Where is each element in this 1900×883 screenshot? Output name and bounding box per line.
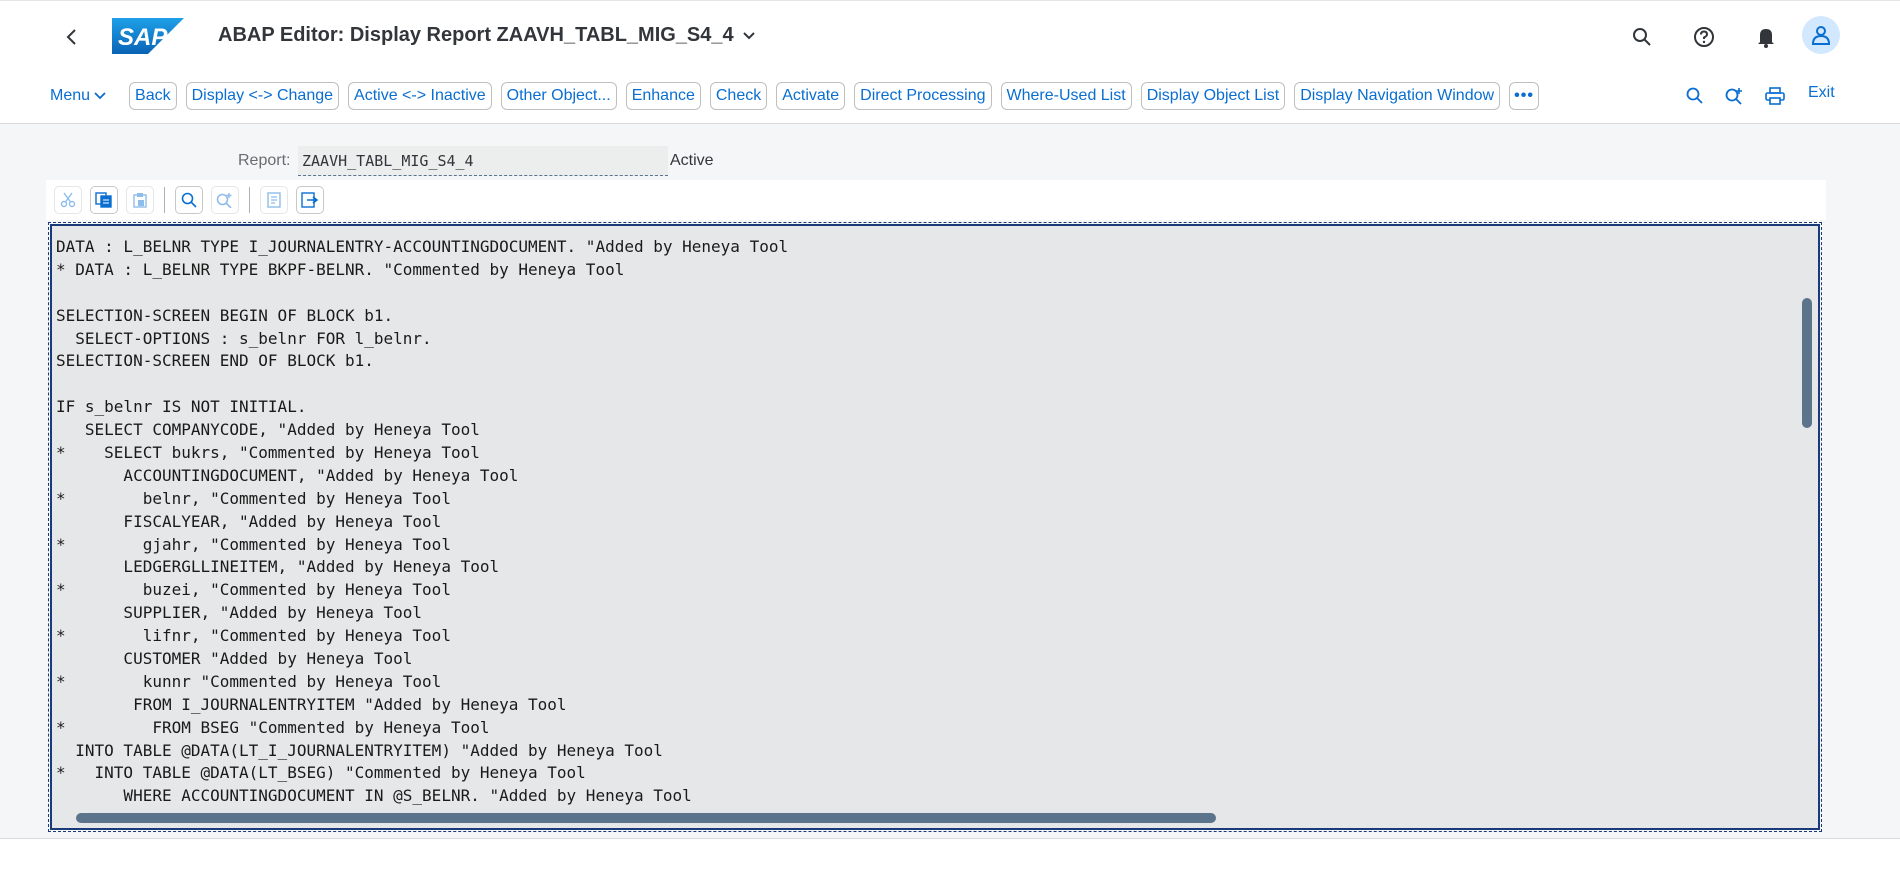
display-change-button[interactable]: Display <-> Change — [185, 82, 340, 110]
find-next-button[interactable] — [1720, 81, 1750, 111]
code-line[interactable]: * SELECT bukrs, "Commented by Heneya Too… — [54, 442, 1794, 465]
report-status: Active — [670, 152, 714, 169]
where-used-list-button[interactable]: Where-Used List — [1000, 82, 1132, 110]
chevron-down-icon — [94, 92, 106, 100]
paste-icon — [133, 193, 147, 208]
code-line[interactable]: SELECTION-SCREEN BEGIN OF BLOCK b1. — [54, 305, 1794, 328]
code-line[interactable]: * FROM BSEG "Commented by Heneya Tool — [54, 717, 1794, 740]
insert-icon — [301, 192, 319, 208]
code-line[interactable]: FROM I_JOURNALENTRYITEM "Added by Heneya… — [54, 694, 1794, 717]
code-line[interactable]: CUSTOMER "Added by Heneya Tool — [54, 648, 1794, 671]
toolbar-separator — [164, 187, 165, 213]
code-line[interactable]: SUPPLIER, "Added by Heneya Tool — [54, 602, 1794, 625]
code-area[interactable]: DATA : L_BELNR TYPE I_JOURNALENTRY-ACCOU… — [54, 236, 1794, 808]
copy-button[interactable] — [90, 186, 118, 214]
find-button[interactable] — [1680, 81, 1710, 111]
code-line[interactable]: WHERE ACCOUNTINGDOCUMENT IN @S_BELNR. "A… — [54, 785, 1794, 808]
active-inactive-button[interactable]: Active <-> Inactive — [348, 82, 492, 110]
code-line[interactable]: INTO TABLE @DATA(LT_I_JOURNALENTRYITEM) … — [54, 740, 1794, 763]
page-title-text: ABAP Editor: Display Report ZAAVH_TABL_M… — [218, 24, 734, 46]
check-button[interactable]: Check — [709, 82, 768, 110]
shell-bar: SAP ABAP Editor: Display Report ZAAVH_TA… — [0, 0, 1900, 124]
search-button[interactable] — [1624, 19, 1660, 55]
code-line[interactable]: * belnr, "Commented by Heneya Tool — [54, 488, 1794, 511]
insert-button[interactable] — [296, 186, 324, 214]
menu-label: Menu — [50, 87, 91, 104]
horizontal-scrollbar[interactable] — [54, 808, 1798, 826]
display-navigation-window-button[interactable]: Display Navigation Window — [1294, 82, 1501, 110]
code-line[interactable]: * gjahr, "Commented by Heneya Tool — [54, 534, 1794, 557]
pretty-printer-button[interactable] — [260, 186, 288, 214]
display-object-list-button[interactable]: Display Object List — [1140, 82, 1286, 110]
code-editor[interactable]: DATA : L_BELNR TYPE I_JOURNALENTRY-ACCOU… — [48, 222, 1822, 832]
search-next-icon — [216, 193, 232, 208]
more-button[interactable]: ••• — [1509, 82, 1540, 110]
search-next-icon — [1725, 88, 1742, 105]
cut-button[interactable] — [54, 186, 82, 214]
help-icon — [1694, 27, 1714, 47]
code-line[interactable]: SELECT COMPANYCODE, "Added by Heneya Too… — [54, 419, 1794, 442]
chevron-left-icon — [66, 29, 76, 45]
sap-logo[interactable]: SAP — [112, 18, 184, 59]
app-toolbar: Menu Back Display <-> Change Active <-> … — [40, 81, 1540, 111]
menu-button[interactable]: Menu — [40, 87, 116, 105]
bell-icon — [1758, 29, 1774, 48]
user-icon — [1811, 26, 1831, 45]
code-line[interactable]: * buzei, "Commented by Heneya Tool — [54, 579, 1794, 602]
paste-button[interactable] — [126, 186, 154, 214]
code-line[interactable]: IF s_belnr IS NOT INITIAL. — [54, 396, 1794, 419]
search-icon — [181, 192, 197, 208]
activate-button[interactable]: Activate — [776, 82, 846, 110]
right-tools — [1680, 81, 1790, 111]
chevron-down-icon — [742, 31, 755, 39]
code-line[interactable] — [54, 282, 1794, 305]
nav-back-button[interactable] — [56, 21, 88, 53]
printer-icon — [1765, 87, 1785, 105]
editor-find-next-button[interactable] — [211, 186, 239, 214]
code-line[interactable] — [54, 373, 1794, 396]
help-button[interactable] — [1686, 19, 1722, 55]
editor-find-button[interactable] — [175, 186, 203, 214]
copy-icon — [95, 192, 112, 208]
editor-toolbar — [46, 180, 1826, 220]
horizontal-scroll-thumb[interactable] — [76, 813, 1216, 823]
notifications-button[interactable] — [1748, 19, 1784, 55]
sap-logo-text: SAP — [118, 24, 168, 51]
user-avatar[interactable] — [1802, 16, 1840, 54]
exit-button[interactable]: Exit — [1808, 84, 1835, 102]
document-icon — [267, 192, 281, 208]
report-label: Report: — [238, 152, 291, 169]
code-line[interactable]: ACCOUNTINGDOCUMENT, "Added by Heneya Too… — [54, 465, 1794, 488]
other-object-button[interactable]: Other Object... — [500, 82, 617, 110]
code-line[interactable]: FISCALYEAR, "Added by Heneya Tool — [54, 511, 1794, 534]
enhance-button[interactable]: Enhance — [625, 82, 701, 110]
search-icon — [1633, 28, 1651, 46]
code-line[interactable]: * lifnr, "Commented by Heneya Tool — [54, 625, 1794, 648]
direct-processing-button[interactable]: Direct Processing — [854, 82, 992, 110]
code-line[interactable]: LEDGERGLLINEITEM, "Added by Heneya Tool — [54, 556, 1794, 579]
code-line[interactable]: * INTO TABLE @DATA(LT_BSEG) "Commented b… — [54, 762, 1794, 785]
report-name-field[interactable] — [298, 146, 668, 176]
code-line[interactable]: * kunnr "Commented by Heneya Tool — [54, 671, 1794, 694]
code-line[interactable]: * DATA : L_BELNR TYPE BKPF-BELNR. "Comme… — [54, 259, 1794, 282]
code-line[interactable]: SELECT-OPTIONS : s_belnr FOR l_belnr. — [54, 328, 1794, 351]
code-line[interactable]: SELECTION-SCREEN END OF BLOCK b1. — [54, 350, 1794, 373]
toolbar-separator — [249, 187, 250, 213]
print-button[interactable] — [1760, 81, 1790, 111]
page-title[interactable]: ABAP Editor: Display Report ZAAVH_TABL_M… — [218, 24, 756, 47]
code-line[interactable]: DATA : L_BELNR TYPE I_JOURNALENTRY-ACCOU… — [54, 236, 1794, 259]
vertical-scrollbar[interactable] — [1798, 228, 1816, 806]
footer-bar — [0, 838, 1900, 883]
search-icon — [1686, 87, 1703, 104]
vertical-scroll-thumb[interactable] — [1802, 298, 1812, 428]
back-button[interactable]: Back — [129, 82, 177, 110]
scissors-icon — [60, 192, 76, 208]
